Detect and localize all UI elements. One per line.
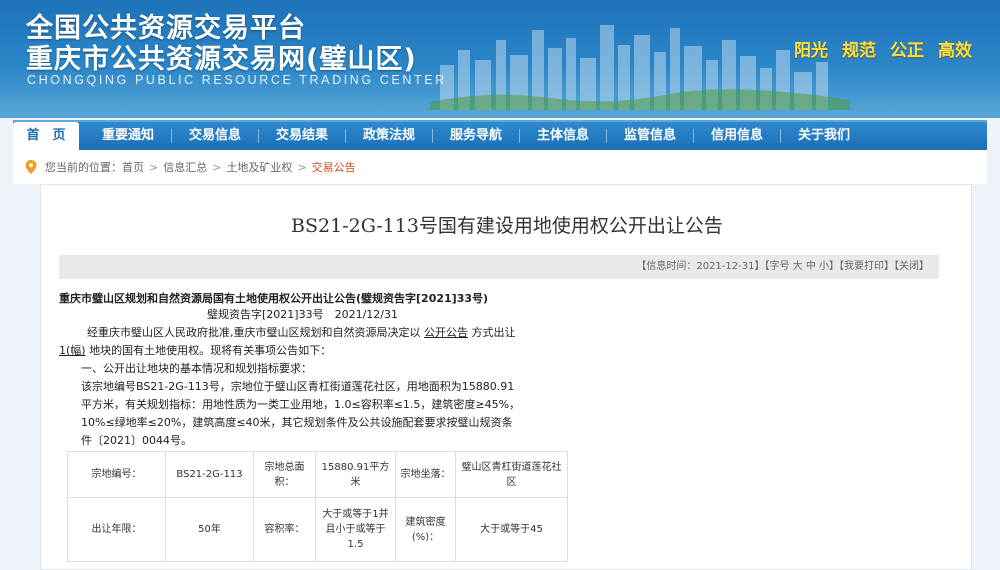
nav-item-home[interactable]: 首 页 — [13, 122, 79, 150]
table-cell: 建筑密度(%)： — [395, 497, 456, 562]
slogans: 阳光 规范 公正 高效 — [794, 36, 972, 61]
table-cell: BS21-2G-113 — [165, 451, 254, 498]
breadcrumb-separator: > — [149, 160, 159, 174]
intro-text-b: 方式出让 — [471, 326, 516, 339]
intro-text-c: 地块的国有土地使用权。现将有关事项公告如下： — [89, 344, 332, 357]
article-title: BS21-2G-113号国有建设用地使用权公开出让公告 — [291, 215, 723, 237]
slogan-3: 公正 — [890, 41, 924, 61]
section-one-heading: 一、公开出让地块的基本情况和规划指标要求： — [81, 362, 312, 375]
nav-item-trade-info[interactable]: 交易信息 — [172, 122, 258, 150]
header-banner: 全国公共资源交易平台 重庆市公共资源交易网(璧山区) CHONGQING PUB… — [0, 0, 1000, 118]
intro-paragraph: 经重庆市璧山区人民政府批准,重庆市璧山区规划和自然资源局决定以 公开公告 方式出… — [59, 324, 559, 342]
breadcrumb-separator: > — [297, 160, 307, 174]
slogan-2: 规范 — [842, 41, 876, 61]
breadcrumb-prefix: 您当前的位置： — [45, 161, 122, 174]
breadcrumb-home[interactable]: 首页 — [122, 159, 144, 175]
nav-item-trade-results[interactable]: 交易结果 — [259, 122, 345, 150]
table-cell: 出让年限： — [67, 497, 166, 562]
table-cell: 15880.91平方米 — [315, 451, 396, 498]
table-cell: 大于或等于45 — [455, 497, 568, 562]
article-info-bar[interactable]: 【信息时间：2021-12-31】【字号 大 中 小】【我要打印】【关闭】 — [59, 255, 939, 279]
article-panel: BS21-2G-113号国有建设用地使用权公开出让公告 【信息时间：2021-1… — [40, 184, 972, 570]
breadcrumb: 您当前的位置： 首页 > 信息汇总 > 土地及矿业权 > 交易公告 — [13, 150, 987, 184]
nav-item-about[interactable]: 关于我们 — [781, 122, 867, 150]
detail-line-4: 件〔2021〕0044号。 — [81, 434, 192, 447]
nav-item-credit[interactable]: 信用信息 — [694, 122, 780, 150]
slogan-1: 阳光 — [794, 41, 828, 61]
table-cell: 宗地编号： — [67, 451, 166, 498]
nav-item-supervision[interactable]: 监管信息 — [607, 122, 693, 150]
site-subtitle: 重庆市公共资源交易网(璧山区) — [26, 44, 417, 75]
table-cell: 容积率： — [253, 497, 316, 562]
table-cell: 50年 — [165, 497, 254, 562]
article-body: 重庆市璧山区规划和自然资源局国有土地使用权公开出让公告(璧规资告字[2021]3… — [59, 291, 559, 450]
table-row: 出让年限： 50年 容积率： 大于或等于1并且小于或等于1.5 建筑密度(%)：… — [67, 497, 568, 562]
intro-text-a: 经重庆市璧山区人民政府批准,重庆市璧山区规划和自然资源局决定以 — [87, 326, 421, 339]
nav-item-policy[interactable]: 政策法规 — [346, 122, 432, 150]
parcel-count: 1(幅) — [59, 344, 86, 357]
announcement-title: 重庆市璧山区规划和自然资源局国有土地使用权公开出让公告(璧规资告字[2021]3… — [59, 292, 489, 305]
document-number: 璧规资告字[2021]33号 2021/12/31 — [207, 308, 398, 321]
table-row: 宗地编号： BS21-2G-113 宗地总面积： 15880.91平方米 宗地坐… — [67, 451, 568, 498]
slogan-4: 高效 — [938, 41, 972, 61]
detail-line-2: 平方米，有关规划指标：用地性质为一类工业用地，1.0≤容积率≤1.5，建筑密度≥… — [81, 398, 521, 411]
table-cell: 璧山区青杠街道莲花社区 — [455, 451, 568, 498]
breadcrumb-separator: > — [212, 160, 222, 174]
nav-item-subject-info[interactable]: 主体信息 — [520, 122, 606, 150]
detail-line-1: 该宗地编号BS21-2G-113号，宗地位于璧山区青杠街道莲花社区，用地面积为1… — [81, 380, 515, 393]
nav-item-service[interactable]: 服务导航 — [433, 122, 519, 150]
city-skyline-image — [430, 25, 850, 110]
detail-line-3: 10%≤绿地率≤20%，建筑高度≤40米，其它规划条件及公共设施配套要求按璧山规… — [81, 416, 513, 429]
intro-method-link[interactable]: 公开公告 — [424, 326, 468, 339]
table-cell: 宗地总面积： — [253, 451, 316, 498]
main-nav: 首 页 重要通知 交易信息 交易结果 政策法规 服务导航 主体信息 监管信息 信… — [13, 120, 987, 150]
table-cell: 宗地坐落： — [395, 451, 456, 498]
parcel-info-table: 宗地编号： BS21-2G-113 宗地总面积： 15880.91平方米 宗地坐… — [67, 451, 568, 562]
location-pin-icon — [25, 160, 37, 174]
site-title-en: CHONGQING PUBLIC RESOURCE TRADING CENTER — [27, 73, 447, 87]
breadcrumb-current[interactable]: 交易公告 — [312, 159, 356, 175]
intro-paragraph-cont: 1(幅) 地块的国有土地使用权。现将有关事项公告如下： — [59, 342, 559, 360]
table-cell: 大于或等于1并且小于或等于1.5 — [315, 497, 396, 562]
breadcrumb-land[interactable]: 土地及矿业权 — [226, 159, 292, 175]
breadcrumb-summary[interactable]: 信息汇总 — [163, 159, 207, 175]
nav-item-notices[interactable]: 重要通知 — [85, 122, 171, 150]
